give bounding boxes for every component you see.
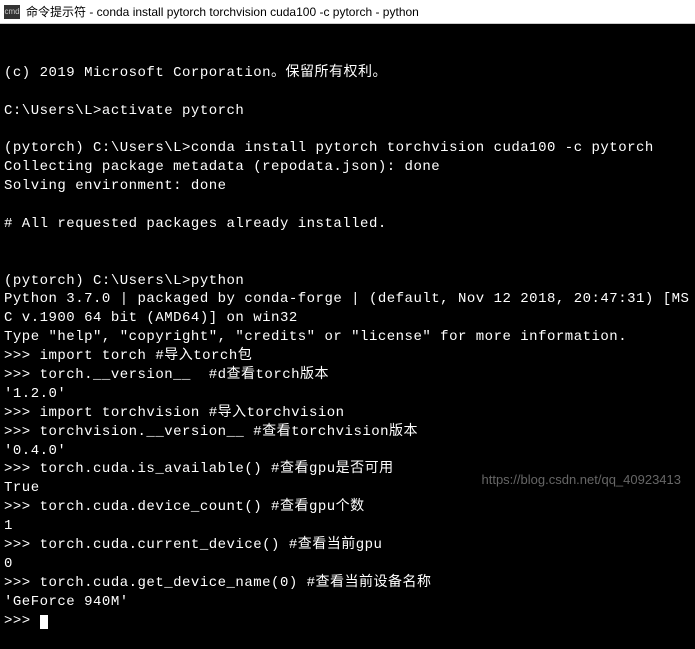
- terminal-line: Python 3.7.0 | packaged by conda-forge |…: [4, 290, 691, 328]
- terminal-line: '0.4.0': [4, 442, 691, 461]
- terminal-line: 0: [4, 555, 691, 574]
- terminal-line: Solving environment: done: [4, 177, 691, 196]
- terminal-line: [4, 253, 691, 272]
- terminal-line: (pytorch) C:\Users\L>conda install pytor…: [4, 139, 691, 158]
- window-titlebar[interactable]: cmd 命令提示符 - conda install pytorch torchv…: [0, 0, 695, 24]
- terminal-line: [4, 120, 691, 139]
- terminal-line: >>> torch.cuda.get_device_name(0) #查看当前设…: [4, 574, 691, 593]
- terminal-line: >>> torch.__version__ #d查看torch版本: [4, 366, 691, 385]
- terminal-line: >>> import torchvision #导入torchvision: [4, 404, 691, 423]
- terminal-output[interactable]: (c) 2019 Microsoft Corporation。保留所有权利。 C…: [0, 24, 695, 509]
- terminal-line: Collecting package metadata (repodata.js…: [4, 158, 691, 177]
- terminal-line: >>> torch.cuda.device_count() #查看gpu个数: [4, 498, 691, 517]
- terminal-line: >>> import torch #导入torch包: [4, 347, 691, 366]
- terminal-cursor: [40, 615, 48, 629]
- watermark-text: https://blog.csdn.net/qq_40923413: [482, 472, 682, 487]
- window-title: 命令提示符 - conda install pytorch torchvisio…: [26, 3, 419, 20]
- terminal-line: >>>: [4, 612, 691, 631]
- terminal-line: >>> torchvision.__version__ #查看torchvisi…: [4, 423, 691, 442]
- terminal-line: >>> torch.cuda.current_device() #查看当前gpu: [4, 536, 691, 555]
- terminal-line: [4, 234, 691, 253]
- terminal-line: (c) 2019 Microsoft Corporation。保留所有权利。: [4, 64, 691, 83]
- terminal-line: 1: [4, 517, 691, 536]
- terminal-line: (pytorch) C:\Users\L>python: [4, 272, 691, 291]
- terminal-line: '1.2.0': [4, 385, 691, 404]
- terminal-line: [4, 83, 691, 102]
- terminal-line: 'GeForce 940M': [4, 593, 691, 612]
- terminal-line: C:\Users\L>activate pytorch: [4, 102, 691, 121]
- terminal-line: [4, 196, 691, 215]
- terminal-line: Type "help", "copyright", "credits" or "…: [4, 328, 691, 347]
- terminal-line: # All requested packages already install…: [4, 215, 691, 234]
- cmd-icon: cmd: [4, 5, 20, 19]
